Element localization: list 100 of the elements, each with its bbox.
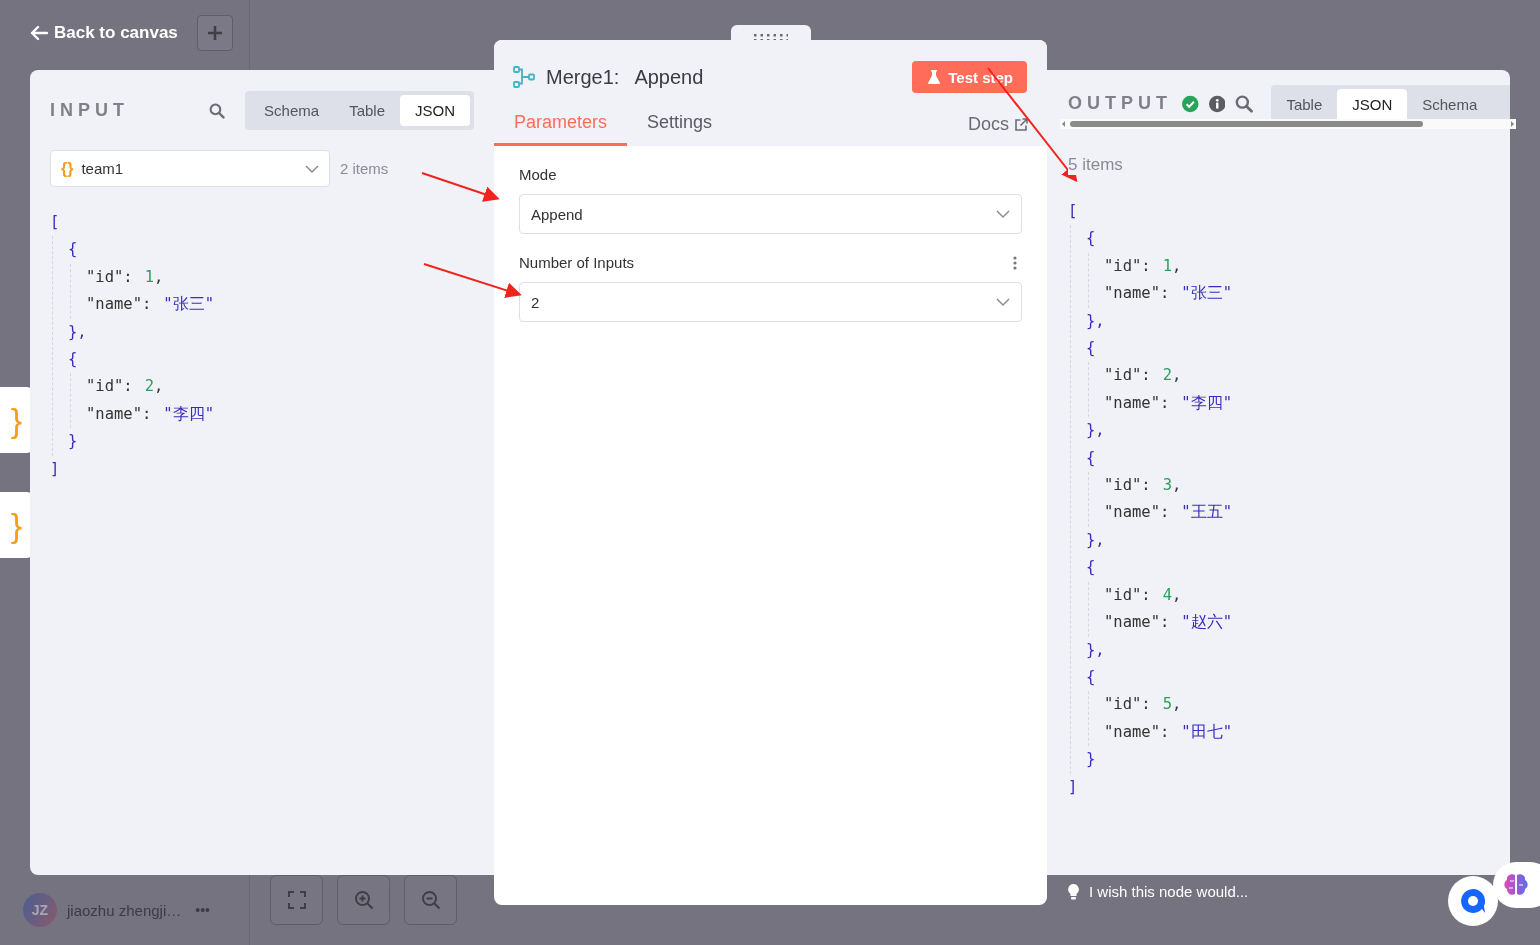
json-key: "id":: [1104, 366, 1151, 385]
json-value: 4: [1162, 585, 1172, 604]
json-value: "张三": [163, 295, 214, 314]
zoom-in-button[interactable]: [337, 875, 390, 925]
view-tab[interactable]: Schema: [1407, 89, 1493, 119]
json-bracket: {: [1086, 558, 1096, 577]
json-value: 5: [1162, 695, 1172, 714]
back-to-canvas-link[interactable]: Back to canvas: [30, 23, 178, 43]
feedback-hint[interactable]: I wish this node would...: [1068, 883, 1249, 900]
user-name: jiaozhu zhengji…: [67, 901, 182, 919]
json-key: "id":: [86, 377, 133, 396]
search-icon[interactable]: [1235, 93, 1254, 114]
chevron-down-icon: [996, 210, 1010, 218]
flask-icon: [928, 70, 941, 84]
json-key: "name":: [86, 295, 152, 314]
add-button[interactable]: [197, 15, 233, 51]
zoom-out-icon: [420, 890, 441, 910]
json-bracket: },: [1086, 640, 1105, 659]
json-bracket: }: [1086, 750, 1096, 769]
node-name: Merge1:: [546, 65, 620, 89]
json-key: "id":: [1104, 256, 1151, 275]
json-key: "name":: [1104, 393, 1170, 412]
back-arrow-icon: [30, 25, 48, 41]
panel-title: INPUT: [50, 100, 129, 121]
json-bracket: [: [50, 213, 60, 231]
json-bracket: ]: [1068, 777, 1078, 796]
zoom-in-icon: [353, 890, 374, 910]
json-value: "田七": [1181, 722, 1232, 741]
json-value: "张三": [1181, 284, 1232, 303]
json-bracket: [: [1068, 202, 1078, 220]
kebab-menu-icon[interactable]: [1013, 255, 1017, 270]
external-link-icon: [1015, 118, 1028, 131]
lightbulb-icon: [1068, 883, 1079, 900]
json-bracket: {: [68, 240, 78, 259]
panel-title: OUTPUT: [1068, 93, 1172, 114]
parameter-label: Mode: [519, 166, 557, 183]
json-key: "id":: [1104, 695, 1151, 714]
node-select[interactable]: {} team1: [50, 150, 330, 187]
json-bracket: {: [68, 350, 78, 369]
json-comma: ,: [1172, 695, 1182, 714]
chevron-down-icon: [305, 164, 319, 173]
drag-handle[interactable]: [731, 25, 811, 40]
ai-assistant-button[interactable]: [1493, 862, 1540, 908]
item-count: 2 items: [340, 160, 389, 177]
json-value: 2: [144, 377, 154, 396]
json-comma: ,: [154, 267, 164, 286]
json-key: "name":: [86, 404, 152, 423]
parameter-dropdown[interactable]: Append: [519, 194, 1022, 234]
json-key: "name":: [1104, 284, 1170, 303]
docs-link[interactable]: Docs: [968, 114, 1028, 146]
json-key: "id":: [86, 267, 133, 286]
json-key: "name":: [1104, 722, 1170, 741]
json-bracket: {: [1086, 229, 1096, 248]
horizontal-scrollbar[interactable]: [1060, 119, 1516, 129]
json-value: 3: [1162, 476, 1172, 495]
json-comma: ,: [154, 377, 164, 396]
json-comma: ,: [1172, 256, 1182, 275]
view-tab[interactable]: Table: [334, 95, 400, 126]
fit-view-button[interactable]: [270, 875, 323, 925]
json-value: 1: [144, 267, 154, 286]
json-value: "李四": [1181, 393, 1232, 412]
chevron-down-icon: [996, 298, 1010, 306]
node-tab[interactable]: Settings: [627, 106, 733, 146]
json-bracket: },: [1086, 311, 1105, 330]
json-key: "id":: [1104, 585, 1151, 604]
fit-view-icon: [286, 890, 307, 910]
json-bracket: {: [1086, 339, 1096, 358]
json-comma: ,: [1172, 585, 1182, 604]
view-tab[interactable]: JSON: [1337, 89, 1408, 119]
node-operation: Append: [634, 65, 705, 89]
chat-bubble-icon: [1460, 888, 1486, 914]
json-comma: ,: [1172, 366, 1182, 385]
json-key: "id":: [1104, 476, 1151, 495]
json-key: "name":: [1104, 613, 1170, 632]
json-value: 1: [1162, 256, 1172, 275]
json-bracket: {: [1086, 448, 1096, 467]
json-value: 2: [1162, 366, 1172, 385]
json-value: "李四": [163, 404, 214, 423]
json-comma: ,: [1172, 476, 1182, 495]
parameter-dropdown[interactable]: 2: [519, 282, 1022, 322]
success-check-icon: [1182, 94, 1199, 113]
view-tab[interactable]: JSON: [400, 95, 470, 126]
json-bracket: }: [68, 432, 78, 451]
item-count: 5 items: [1068, 155, 1123, 175]
json-bracket: },: [1086, 421, 1105, 440]
plus-icon: [207, 25, 223, 41]
merge-node-icon: [513, 66, 535, 88]
info-icon[interactable]: [1208, 94, 1226, 113]
view-tab[interactable]: Schema: [249, 95, 335, 126]
json-bracket: },: [1086, 530, 1105, 549]
json-bracket: {: [1086, 667, 1096, 686]
brain-icon: [1503, 873, 1529, 897]
view-tab[interactable]: Table: [1271, 89, 1338, 119]
parameter-label: Number of Inputs: [519, 254, 635, 271]
chat-button[interactable]: [1448, 876, 1498, 926]
json-node-icon: {}: [61, 159, 74, 178]
json-bracket: ]: [50, 459, 60, 478]
json-value: "王五": [1181, 503, 1232, 522]
json-key: "name":: [1104, 503, 1170, 522]
json-value: "赵六": [1181, 613, 1232, 632]
